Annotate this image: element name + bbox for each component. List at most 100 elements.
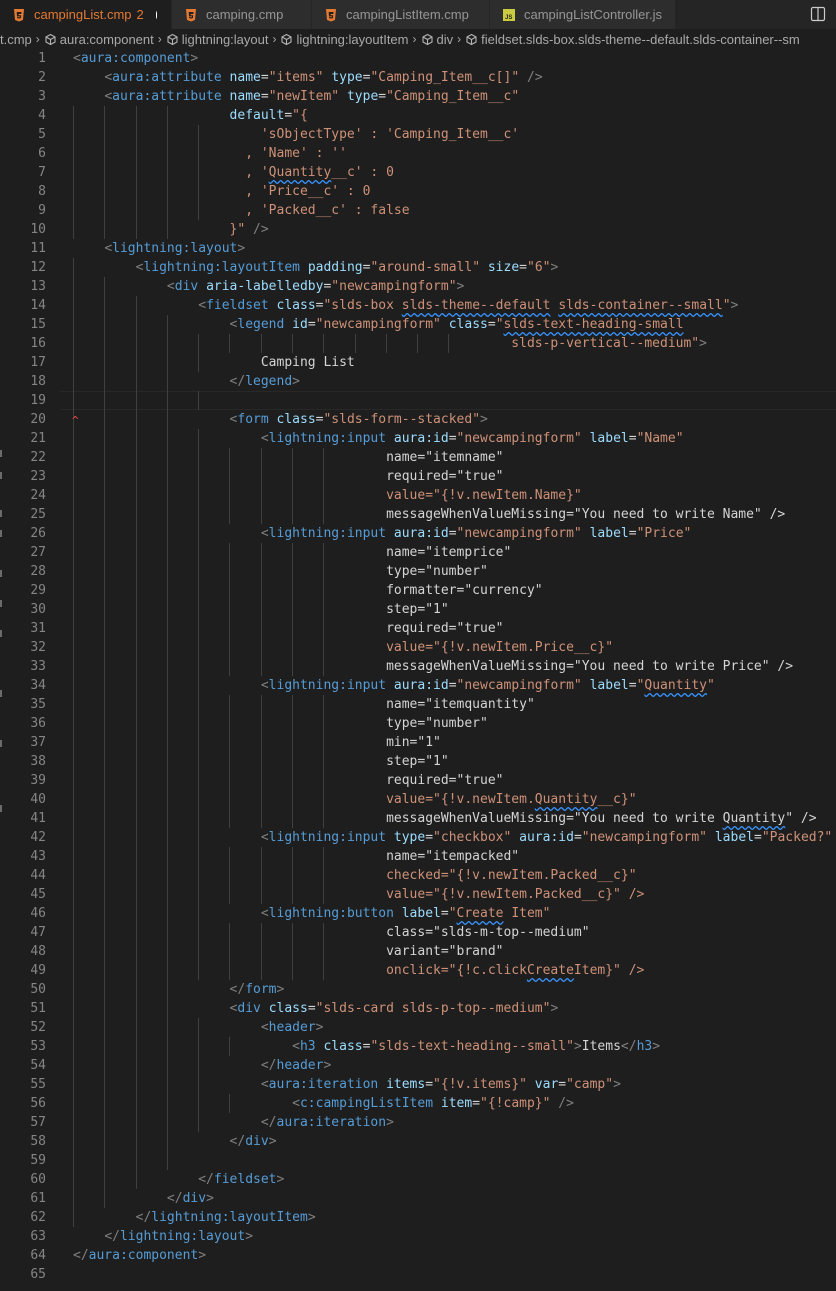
code-line[interactable]: 61 </div>	[0, 1189, 836, 1208]
code-line[interactable]: 55 <aura:iteration items="{!v.items}" va…	[0, 1075, 836, 1094]
breadcrumb-item[interactable]: div	[421, 32, 453, 47]
code-line[interactable]: 22 name="itemname"	[0, 448, 836, 467]
code-line[interactable]: 39 required="true"	[0, 771, 836, 790]
split-editor-icon[interactable]	[810, 6, 826, 22]
code-line[interactable]: 32 value="{!v.newItem.Price__c}"	[0, 638, 836, 657]
breadcrumb-label: lightning:layout	[181, 31, 269, 47]
code-line[interactable]: 5 'sObjectType' : 'Camping_Item__c'	[0, 125, 836, 144]
code-line[interactable]: 62 </lightning:layoutItem>	[0, 1208, 836, 1227]
code-line[interactable]: 31 required="true"	[0, 619, 836, 638]
code-line[interactable]: 1 <aura:component>	[0, 49, 836, 68]
code-line[interactable]: 12 <lightning:layoutItem padding="around…	[0, 258, 836, 277]
code-line[interactable]: 56 <c:campingListItem item="{!camp}" />	[0, 1094, 836, 1113]
code-line[interactable]: 23 required="true"	[0, 467, 836, 486]
code-line[interactable]: 63 </lightning:layout>	[0, 1227, 836, 1246]
code-line[interactable]: 20 <form class="slds-form--stacked"> ^	[0, 410, 836, 429]
code-line[interactable]: 18 </legend>	[0, 372, 836, 391]
code-line[interactable]: 59	[0, 1151, 836, 1170]
code-line[interactable]: 41 messageWhenValueMissing="You need to …	[0, 809, 836, 828]
indent-guide	[135, 1151, 137, 1170]
code-line[interactable]: 28 type="number"	[0, 562, 836, 581]
breadcrumb-item[interactable]: lightning:layout	[166, 31, 269, 47]
line-number: 33	[30, 659, 46, 674]
code-line[interactable]: 17 Camping List	[0, 353, 836, 372]
code-line[interactable]: 49 onclick="{!c.clickCreateItem}" />	[0, 961, 836, 980]
unsaved-dot-icon[interactable]	[155, 10, 157, 19]
code-line[interactable]: 48 variant="brand"	[0, 942, 836, 961]
line-number: 52	[30, 1020, 46, 1035]
line-number: 50	[30, 982, 46, 997]
code-line[interactable]: 30 step="1"	[0, 600, 836, 619]
code-line[interactable]: 4 default="{	[0, 106, 836, 125]
code-line[interactable]: 43 name="itempacked"	[0, 847, 836, 866]
code-line[interactable]: 15 <legend id="newcampingform" class="sl…	[0, 315, 836, 334]
tab-campinglistitem-cmp[interactable]: campingListItem.cmp	[312, 0, 490, 29]
code-line[interactable]: 8 , 'Price__c' : 0	[0, 182, 836, 201]
code-line[interactable]: 46 <lightning:button label="Create Item"	[0, 904, 836, 923]
code-line[interactable]: 16 slds-p-vertical--medium">	[0, 334, 836, 353]
code-line[interactable]: 37 min="1"	[0, 733, 836, 752]
code-editor[interactable]: 1 <aura:component> 2 <aura:attribute name=…	[0, 49, 836, 1291]
code-line[interactable]: 60 </fieldset>	[0, 1170, 836, 1189]
code-text: <header>	[260, 1020, 324, 1035]
code-line[interactable]: 14 <fieldset class="slds-box slds-theme-…	[0, 296, 836, 315]
breadcrumb-item[interactable]: aura:component	[44, 32, 154, 47]
code-text: <lightning:button label="Create Item"	[260, 906, 551, 921]
line-number: 4	[38, 108, 46, 123]
code-line[interactable]: 45 value="{!v.newItem.Packed__c}" />	[0, 885, 836, 904]
code-line[interactable]: 10 }" />	[0, 220, 836, 239]
code-text: <lightning:input type="checkbox" aura:id…	[260, 830, 833, 845]
code-line[interactable]: 6 , 'Name' : ''	[0, 144, 836, 163]
code-line[interactable]: 54 </header>	[0, 1056, 836, 1075]
code-line[interactable]: 7 , 'Quantity__c' : 0	[0, 163, 836, 182]
code-text: , 'Name' : ''	[245, 146, 347, 161]
breadcrumb-item[interactable]: lightning:layoutItem	[280, 31, 409, 47]
breadcrumb-item[interactable]: fieldset.slds-box.slds-theme--default.sl…	[465, 32, 800, 47]
line-number: 47	[30, 925, 46, 940]
code-line[interactable]: 40 value="{!v.newItem.Quantity__c}"	[0, 790, 836, 809]
code-line[interactable]: 50 </form>	[0, 980, 836, 999]
code-line[interactable]: 36 type="number"	[0, 714, 836, 733]
code-line[interactable]: 27 name="itemprice"	[0, 543, 836, 562]
tab-camping-cmp[interactable]: camping.cmp	[172, 0, 312, 29]
code-line[interactable]: 52 <header>	[0, 1018, 836, 1037]
code-line[interactable]: 65	[0, 1265, 836, 1284]
code-line[interactable]: 51 <div class="slds-card slds-p-top--med…	[0, 999, 836, 1018]
code-line[interactable]: 35 name="itemquantity"	[0, 695, 836, 714]
code-line[interactable]: 38 step="1"	[0, 752, 836, 771]
code-line[interactable]: 9 , 'Packed__c' : false	[0, 201, 836, 220]
code-line[interactable]: 42 <lightning:input type="checkbox" aura…	[0, 828, 836, 847]
line-number: 58	[30, 1134, 46, 1149]
indent-guide	[166, 391, 168, 410]
code-line[interactable]: 58 </div>	[0, 1132, 836, 1151]
breadcrumb-label: lightning:layoutItem	[296, 31, 409, 47]
code-line[interactable]: 47 class="slds-m-top--medium"	[0, 923, 836, 942]
code-line[interactable]: 29 formatter="currency"	[0, 581, 836, 600]
js-file-icon: JS	[502, 8, 516, 22]
code-line[interactable]: 21 <lightning:input aura:id="newcampingf…	[0, 429, 836, 448]
tab-campinglistcontroller-js[interactable]: JS campingListController.js	[490, 0, 676, 29]
code-line[interactable]: 13 <div aria-labelledby="newcampingform"…	[0, 277, 836, 296]
code-line[interactable]: 3 <aura:attribute name="newItem" type="C…	[0, 87, 836, 106]
code-line[interactable]: 25 messageWhenValueMissing="You need to …	[0, 505, 836, 524]
line-number: 65	[30, 1267, 46, 1282]
code-line[interactable]: 11 <lightning:layout>	[0, 239, 836, 258]
code-line[interactable]: 24 value="{!v.newItem.Name}"	[0, 486, 836, 505]
line-number: 21	[30, 431, 46, 446]
line-number: 61	[30, 1191, 46, 1206]
code-line[interactable]: 64 </aura:component>	[0, 1246, 836, 1265]
code-line[interactable]: 53 <h3 class="slds-text-heading--small">…	[0, 1037, 836, 1056]
breadcrumb-item[interactable]: t.cmp	[0, 32, 32, 47]
code-line[interactable]: 44 checked="{!v.newItem.Packed__c}"	[0, 866, 836, 885]
code-line[interactable]: 19	[0, 391, 836, 410]
tab-campinglist-cmp[interactable]: campingList.cmp 2	[0, 0, 172, 29]
code-text: <aura:attribute name="items" type="Campi…	[104, 70, 543, 85]
line-number: 57	[30, 1115, 46, 1130]
editor-tab-bar: campingList.cmp 2 camping.cmp campingListIt…	[0, 0, 836, 29]
code-line[interactable]: 26 <lightning:input aura:id="newcampingf…	[0, 524, 836, 543]
code-line[interactable]: 34 <lightning:input aura:id="newcampingf…	[0, 676, 836, 695]
code-line[interactable]: 2 <aura:attribute name="items" type="Cam…	[0, 68, 836, 87]
code-line[interactable]: 33 messageWhenValueMissing="You need to …	[0, 657, 836, 676]
code-line[interactable]: 57 </aura:iteration>	[0, 1113, 836, 1132]
line-number: 39	[30, 773, 46, 788]
